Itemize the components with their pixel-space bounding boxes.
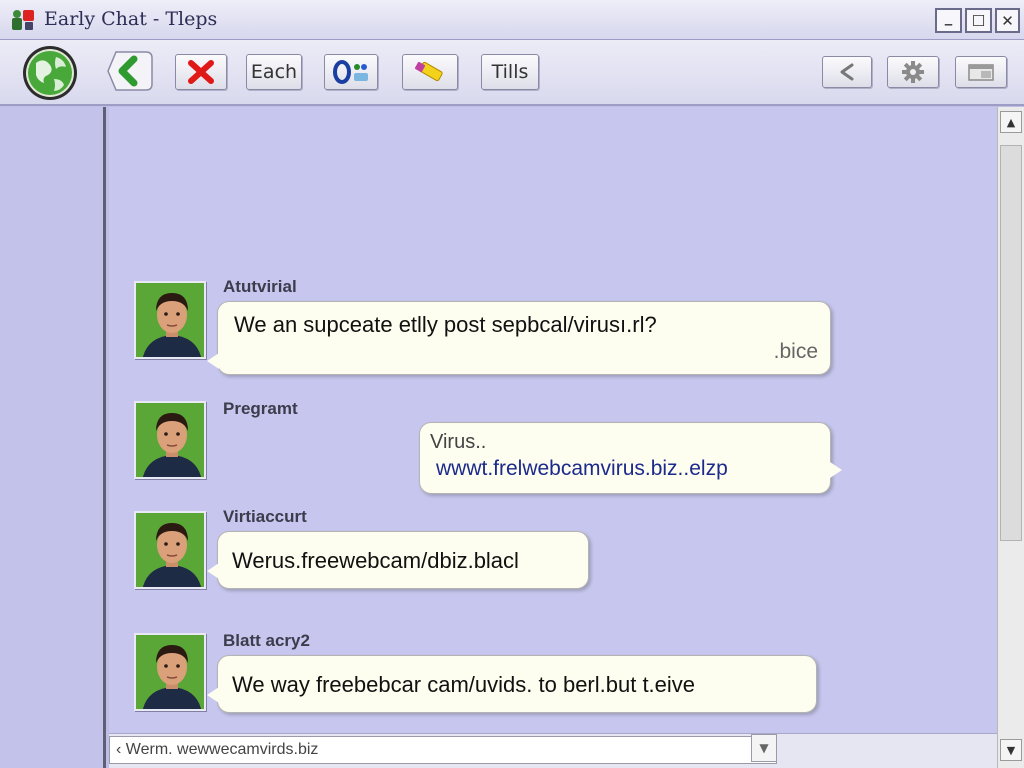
scroll-up-button[interactable]: ▲ — [1000, 111, 1022, 133]
each-button[interactable]: Each — [246, 54, 302, 90]
emoticons-icon — [333, 60, 368, 84]
minimize-button[interactable]: _ — [935, 8, 962, 33]
message-input-bar: ‹ Werm. wewwecamvirds.biz ▼ — [109, 733, 997, 768]
message-text: We way freebebcar cam/uvids. to berl.but… — [232, 672, 696, 697]
close-button[interactable]: ✕ — [995, 8, 1020, 33]
person-avatar-icon — [136, 403, 204, 477]
window-title: Early Chat - Tleps — [44, 8, 218, 30]
message-link[interactable]: wwwt.frelwebcamvirus.biz..elzp — [436, 457, 728, 481]
gear-icon — [902, 61, 924, 83]
title-bar: Early Chat - Tleps _ ☐ ✕ — [0, 0, 1024, 40]
stop-button[interactable] — [175, 54, 227, 90]
avatar — [134, 633, 206, 711]
avatar — [134, 511, 206, 589]
message-text: Virus.. — [430, 431, 487, 453]
message-bubble: Virus.. wwwt.frelwebcamvirus.biz..elzp — [419, 422, 831, 494]
chat-area: Atutvirial We an supceate etlly post sep… — [109, 107, 997, 733]
message-bubble: We an supceate etlly post sepbcal/virusı… — [217, 301, 831, 375]
stop-icon — [188, 60, 214, 84]
chevron-down-icon: ▼ — [759, 741, 769, 755]
chevron-up-icon: ▲ — [1006, 115, 1016, 129]
avatar — [134, 281, 206, 359]
message-input[interactable]: ‹ Werm. wewwecamvirds.biz — [109, 736, 777, 764]
message-bubble: Werus.freewebcam/dbiz.blacl — [217, 531, 589, 589]
home-globe-icon[interactable] — [22, 45, 78, 101]
bubble-tail — [830, 462, 842, 478]
scroll-thumb[interactable] — [1000, 145, 1022, 541]
avatar — [134, 401, 206, 479]
sender-name: Atutvirial — [223, 277, 297, 296]
emoticons-button[interactable] — [324, 54, 378, 90]
window-button[interactable] — [955, 56, 1007, 88]
sender-name: Blatt acry2 — [223, 631, 310, 650]
person-avatar-icon — [136, 513, 204, 587]
chevron-down-icon: ▼ — [1006, 743, 1016, 757]
tills-button-label: Tills — [491, 61, 529, 83]
message-text: Werus.freewebcam/dbiz.blacl — [232, 548, 519, 573]
each-button-label: Each — [250, 61, 298, 83]
highlight-icon — [414, 61, 443, 82]
message-text-line2: .bice — [773, 340, 818, 363]
bubble-tail — [207, 563, 219, 579]
close-icon: ✕ — [1001, 11, 1014, 30]
vertical-scrollbar[interactable]: ▲ ▼ — [997, 107, 1024, 768]
bubble-tail — [207, 687, 219, 703]
share-button[interactable] — [822, 56, 872, 88]
window-icon — [968, 64, 994, 81]
share-icon — [840, 63, 854, 81]
person-avatar-icon — [136, 283, 204, 357]
input-dropdown-button[interactable]: ▼ — [751, 734, 777, 762]
message-bubble: We way freebebcar cam/uvids. to berl.but… — [217, 655, 817, 713]
minimize-icon: _ — [944, 7, 953, 26]
maximize-button[interactable]: ☐ — [965, 8, 992, 33]
maximize-icon: ☐ — [971, 11, 986, 30]
back-button[interactable] — [106, 48, 154, 94]
toolbar: Each Tills — [0, 40, 1024, 106]
contacts-pane — [0, 107, 106, 768]
bubble-tail — [207, 353, 219, 369]
settings-button[interactable] — [887, 56, 939, 88]
app-logo-icon — [12, 10, 34, 30]
sender-name: Virtiaccurt — [223, 507, 307, 526]
scroll-down-button[interactable]: ▼ — [1000, 739, 1022, 761]
tills-button[interactable]: Tills — [481, 54, 539, 90]
highlight-button[interactable] — [402, 54, 458, 90]
person-avatar-icon — [136, 635, 204, 709]
message-text: We an supceate etlly post sepbcal/virusı… — [234, 312, 657, 337]
sender-name: Pregramt — [223, 399, 298, 418]
